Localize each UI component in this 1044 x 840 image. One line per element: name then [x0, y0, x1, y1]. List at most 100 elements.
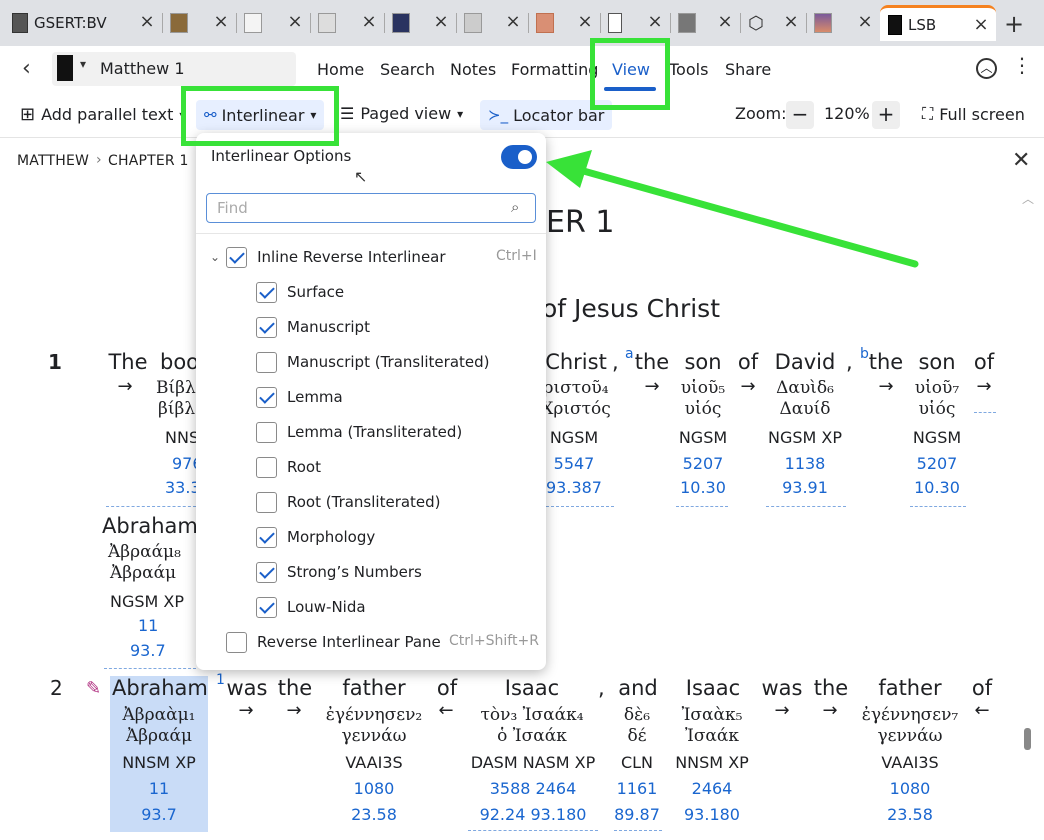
strongs-number[interactable]: 5207	[906, 454, 968, 473]
louw-nida-number[interactable]: 93.387	[538, 478, 610, 497]
english-word[interactable]: of	[968, 676, 996, 700]
option-manuscript-transliterated[interactable]: Manuscript (Transliterated)	[256, 349, 490, 375]
strongs-number[interactable]: 1080	[322, 779, 426, 798]
option-strongs-numbers[interactable]: Strong’s Numbers	[256, 559, 422, 585]
strongs-number[interactable]: 5207	[672, 454, 734, 473]
english-word[interactable]: Isaac	[494, 676, 570, 700]
interlinear-toggle[interactable]	[501, 145, 537, 169]
scroll-up-icon[interactable]: ︿	[1022, 190, 1034, 207]
close-icon[interactable]: ×	[432, 13, 450, 31]
english-word[interactable]: Abraham	[102, 514, 198, 538]
full-screen-button[interactable]: ⛶ Full screen	[922, 104, 1025, 124]
close-icon[interactable]: ×	[646, 13, 664, 31]
english-word[interactable]: son	[916, 350, 958, 374]
strongs-number[interactable]: 1161	[612, 779, 662, 798]
tab-11[interactable]: ×	[806, 5, 880, 41]
close-icon[interactable]: ×	[856, 13, 874, 31]
english-word[interactable]: Isaac	[680, 676, 746, 700]
zoom-in-button[interactable]: +	[872, 101, 900, 129]
louw-nida-number[interactable]: 23.58	[856, 805, 964, 824]
menu-search[interactable]: Search	[380, 60, 435, 79]
english-word[interactable]: was	[760, 676, 804, 700]
close-icon[interactable]: ×	[576, 13, 594, 31]
close-icon[interactable]: ×	[138, 13, 156, 31]
english-word[interactable]: and	[616, 676, 660, 700]
strongs-number[interactable]: 11	[138, 616, 168, 635]
tab-8[interactable]: ×	[600, 5, 671, 41]
breadcrumb-chapter[interactable]: CHAPTER 1	[108, 153, 189, 169]
tab-2[interactable]: ×	[162, 5, 237, 41]
tab-7[interactable]: ×	[528, 5, 601, 41]
option-root[interactable]: Root	[256, 454, 321, 480]
english-word[interactable]: father	[334, 676, 414, 700]
tab-9[interactable]: ×	[670, 5, 741, 41]
checkbox[interactable]	[256, 316, 277, 338]
strongs-number[interactable]: 3588 2464	[466, 779, 600, 798]
english-word[interactable]: David	[772, 350, 838, 374]
checkbox[interactable]	[256, 386, 277, 408]
checkbox[interactable]	[256, 281, 277, 303]
english-word[interactable]: was	[226, 676, 268, 700]
new-tab-plus-icon[interactable]: +	[1004, 10, 1024, 38]
option-morphology[interactable]: Morphology	[256, 524, 375, 550]
menu-notes[interactable]: Notes	[450, 60, 496, 79]
english-word[interactable]: the	[868, 350, 904, 374]
checkbox[interactable]	[256, 351, 277, 373]
checkbox[interactable]	[256, 526, 277, 548]
louw-nida-number[interactable]: 93.7	[130, 641, 170, 660]
louw-nida-number[interactable]: 93.7	[112, 805, 206, 824]
english-word[interactable]: Christ	[544, 350, 608, 374]
english-word[interactable]: the	[276, 676, 314, 700]
strongs-number[interactable]: 1138	[764, 454, 846, 473]
option-root-transliterated[interactable]: Root (Transliterated)	[256, 489, 441, 515]
close-icon[interactable]: ×	[782, 13, 800, 31]
resource-selector[interactable]: ▾ Matthew 1	[52, 52, 296, 86]
english-word[interactable]: of	[736, 350, 760, 374]
checkbox[interactable]	[256, 596, 277, 618]
louw-nida-number[interactable]: 10.30	[672, 478, 734, 497]
menu-view[interactable]: View	[612, 60, 650, 79]
option-lemma-transliterated[interactable]: Lemma (Transliterated)	[256, 419, 462, 445]
footnote-marker[interactable]: a	[625, 346, 634, 362]
close-icon[interactable]: ×	[360, 13, 378, 31]
zoom-value[interactable]: 120%	[824, 104, 870, 123]
louw-nida-number[interactable]: 23.58	[322, 805, 426, 824]
checkbox[interactable]	[226, 631, 247, 653]
menu-formatting[interactable]: Formatting	[511, 60, 598, 79]
back-chevron-icon[interactable]: ‹	[22, 56, 31, 81]
louw-nida-number[interactable]: 93.180	[668, 805, 756, 824]
louw-nida-number[interactable]: 92.24 93.180	[466, 805, 600, 824]
checkbox[interactable]	[256, 421, 277, 443]
option-lemma[interactable]: Lemma	[256, 384, 343, 410]
strongs-number[interactable]: 2464	[668, 779, 756, 798]
tab-3[interactable]: ×	[236, 5, 311, 41]
interlinear-button[interactable]: ⚯ Interlinear ▾	[196, 100, 325, 130]
tab-4[interactable]: ×	[310, 5, 385, 41]
strongs-number[interactable]: 5547	[538, 454, 610, 473]
option-reverse-interlinear-pane[interactable]: Reverse Interlinear Pane	[226, 629, 441, 655]
english-word[interactable]: the	[812, 676, 850, 700]
louw-nida-number[interactable]: 89.87	[612, 805, 662, 824]
collapse-chevron-up-icon[interactable]: ︿	[976, 58, 997, 79]
option-surface[interactable]: Surface	[256, 279, 344, 305]
checkbox[interactable]	[256, 456, 277, 478]
english-word[interactable]: son	[682, 350, 724, 374]
more-vertical-icon[interactable]: ⋮	[1012, 55, 1032, 75]
zoom-out-button[interactable]: −	[786, 101, 814, 129]
paged-view-button[interactable]: ☰ Paged view ▾	[340, 104, 463, 123]
locator-bar-button[interactable]: ≻_ Locator bar	[480, 100, 613, 130]
close-icon[interactable]: ×	[504, 13, 522, 31]
louw-nida-number[interactable]: 33.3	[165, 478, 201, 497]
breadcrumb-book[interactable]: MATTHEW	[17, 153, 89, 169]
footnote-marker[interactable]: 1	[216, 672, 225, 688]
english-word[interactable]: of	[434, 676, 460, 700]
close-icon[interactable]: ×	[716, 13, 734, 31]
tab-gsert[interactable]: GSERT:BV ×	[4, 5, 163, 41]
tab-10[interactable]: ⬡ ×	[740, 5, 807, 41]
option-manuscript[interactable]: Manuscript	[256, 314, 370, 340]
strongs-number[interactable]: 1080	[856, 779, 964, 798]
inline-reverse-interlinear-option[interactable]: ⌄ Inline Reverse Interlinear	[210, 244, 446, 270]
scrollbar-thumb[interactable]	[1024, 728, 1031, 750]
close-icon[interactable]: ×	[286, 13, 304, 31]
menu-tools[interactable]: Tools	[669, 60, 708, 79]
